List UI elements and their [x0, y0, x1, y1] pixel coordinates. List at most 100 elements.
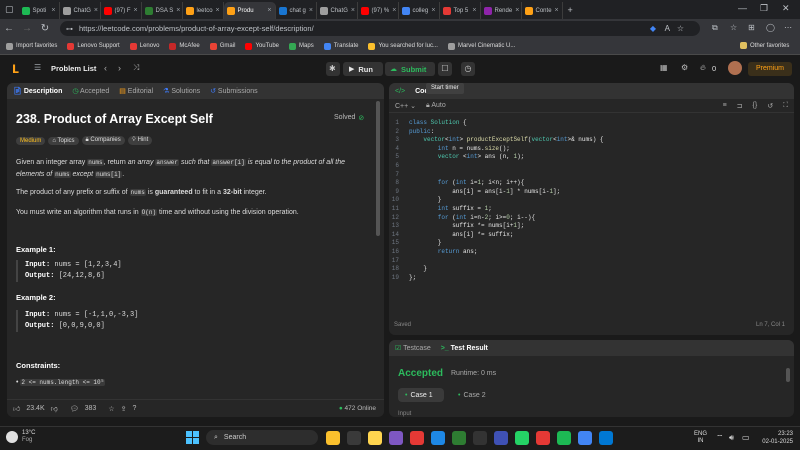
tab-close-icon[interactable]: ×	[267, 7, 271, 14]
browser-tab[interactable]: ChatG ×	[60, 2, 101, 19]
bookmark-item[interactable]: McAfee	[169, 42, 200, 50]
vscode-icon[interactable]	[599, 431, 613, 445]
tab-close-icon[interactable]: ×	[392, 7, 396, 14]
bookmark-item[interactable]: Marvel Cinematic U...	[447, 42, 515, 50]
browser-tab[interactable]: DSA S ×	[142, 2, 183, 19]
tab-close-icon[interactable]: ×	[472, 7, 476, 14]
read-aloud-icon[interactable]: A	[665, 24, 670, 33]
case-2-tab[interactable]: • Case 2	[451, 388, 497, 402]
tab-close-icon[interactable]: ×	[515, 7, 519, 14]
tab-close-icon[interactable]: ×	[134, 7, 138, 14]
result-scrollbar[interactable]	[786, 368, 790, 382]
close-window-icon[interactable]: ✕	[782, 3, 790, 14]
bookmark-item[interactable]: Lenovo Support	[67, 42, 120, 50]
streak-fire-icon[interactable]: 🔥︎	[700, 63, 706, 73]
case-1-tab[interactable]: • Case 1	[398, 388, 444, 402]
volume-icon[interactable]: 🔊︎	[729, 433, 734, 443]
braces-icon[interactable]: {}	[753, 102, 758, 109]
more-menu-icon[interactable]: ⋯	[784, 23, 792, 32]
input-language[interactable]: ENG IN	[694, 431, 707, 445]
topics-chip[interactable]: ⌂ Topics	[48, 136, 79, 145]
tab-actions-icon[interactable]: ▢	[0, 4, 19, 15]
edge-icon[interactable]	[431, 431, 445, 445]
wifi-icon[interactable]: ⌔	[716, 433, 724, 443]
premium-button[interactable]: Premium	[748, 62, 792, 76]
tab-close-icon[interactable]: ×	[94, 7, 98, 14]
debug-button[interactable]: ✱	[326, 62, 340, 76]
user-avatar[interactable]	[728, 61, 742, 75]
address-bar[interactable]: ⊶ https://leetcode.com/problems/product-…	[60, 21, 700, 36]
code-editor[interactable]: 1 class Solution {2 public: 3 vector<int> p…	[389, 119, 794, 299]
tab-accepted[interactable]: ◷ Accepted	[72, 87, 109, 95]
chrome-icon[interactable]	[578, 431, 592, 445]
auto-toggle[interactable]: 🔒︎ Auto	[426, 102, 446, 110]
prev-problem-icon[interactable]: ‹	[104, 63, 107, 73]
browser-tab[interactable]: (97) F ×	[101, 2, 142, 19]
teams-icon[interactable]	[389, 431, 403, 445]
browser-tab[interactable]: Conte ×	[522, 2, 563, 19]
testcase-tab[interactable]: ☑ Testcase	[395, 344, 431, 352]
minimize-icon[interactable]: —	[738, 3, 747, 13]
list-icon[interactable]: ☰	[34, 63, 41, 72]
shuffle-icon[interactable]: ⤨	[133, 63, 139, 73]
tab-description[interactable]: 📄︎ Description	[13, 87, 62, 95]
tab-close-icon[interactable]: ×	[555, 7, 559, 14]
description-scrollbar[interactable]	[376, 101, 380, 236]
profile-icon[interactable]: ◯	[766, 23, 775, 32]
site-info-icon[interactable]: ⊶	[66, 25, 73, 33]
bookmark-icon[interactable]: ⊐	[737, 102, 743, 110]
browser-tab[interactable]: Top 5 ×	[440, 2, 481, 19]
test-result-tab[interactable]: >_ Test Result	[441, 345, 488, 352]
file-explorer-icon[interactable]	[326, 431, 340, 445]
bookmark-item[interactable]: Maps	[289, 42, 314, 50]
store-icon[interactable]	[473, 431, 487, 445]
browser-tab[interactable]: Rende ×	[481, 2, 522, 19]
tab-close-icon[interactable]: ×	[431, 7, 435, 14]
bookmark-item[interactable]: Import favorites	[6, 42, 57, 50]
browser-tab[interactable]: (97) % ×	[358, 2, 399, 19]
start-button[interactable]	[186, 431, 200, 445]
language-select[interactable]: C++ ⌄	[395, 102, 416, 110]
taskbar-search[interactable]: ⌕ Search	[206, 430, 318, 445]
tab-close-icon[interactable]: ×	[51, 7, 55, 14]
thumbs-down-icon[interactable]: 👎︎	[51, 404, 58, 413]
thumbs-up-icon[interactable]: 👍︎	[13, 404, 20, 413]
spotify-icon[interactable]	[557, 431, 571, 445]
companies-chip[interactable]: 🔒︎ Companies	[81, 136, 125, 145]
app-icon[interactable]	[536, 431, 550, 445]
office-icon[interactable]	[410, 431, 424, 445]
whatsapp-icon[interactable]	[515, 431, 529, 445]
browser-tab[interactable]: ChatG ×	[317, 2, 358, 19]
tab-close-icon[interactable]: ×	[216, 7, 220, 14]
favorites-icon[interactable]: ☆	[730, 23, 737, 32]
bookmark-item[interactable]: You searched for luc...	[368, 42, 438, 50]
help-icon[interactable]: ?	[132, 405, 136, 412]
browser-tab[interactable]: Spoti ×	[19, 2, 60, 19]
weather-widget[interactable]: 13°C Fog	[6, 430, 35, 444]
maximize-icon[interactable]: ❐	[760, 3, 768, 14]
fullscreen-icon[interactable]: ⛶	[783, 102, 788, 110]
comment-icon[interactable]: 💬︎	[70, 405, 79, 413]
tab-editorial[interactable]: ▤ Editorial	[119, 87, 153, 95]
tab-solutions[interactable]: ⚗ Solutions	[163, 87, 200, 95]
new-tab-icon[interactable]: +	[563, 5, 578, 15]
leetcode-logo-icon[interactable]: ᒪ	[12, 63, 24, 76]
browser-tab[interactable]: chat g ×	[276, 2, 317, 19]
reload-icon[interactable]: ↻	[36, 23, 54, 34]
clock[interactable]: 23:23 02-01-2025	[755, 430, 793, 446]
browser-tab[interactable]: colleg ×	[399, 2, 440, 19]
problem-title[interactable]: 238. Product of Array Except Self	[16, 112, 213, 126]
bookmark-item[interactable]: Translate	[323, 42, 358, 50]
app-icon[interactable]	[494, 431, 508, 445]
hint-chip[interactable]: 💡︎ Hint	[127, 136, 153, 145]
timer-button[interactable]: ◷	[461, 62, 475, 76]
collections-icon[interactable]: ⊞	[748, 23, 755, 32]
favorite-star-icon[interactable]: ☆	[677, 24, 684, 33]
browser-tab[interactable]: Produ ×	[223, 2, 276, 19]
tab-close-icon[interactable]: ×	[351, 7, 355, 14]
tab-submissions[interactable]: ↺ Submissions	[210, 87, 258, 95]
problem-list-link[interactable]: Problem List	[51, 64, 96, 73]
bookmark-item[interactable]: Lenovo	[129, 42, 159, 50]
bookmark-item[interactable]: YouTube	[245, 42, 279, 50]
layout-icon[interactable]: ▦	[660, 63, 668, 72]
